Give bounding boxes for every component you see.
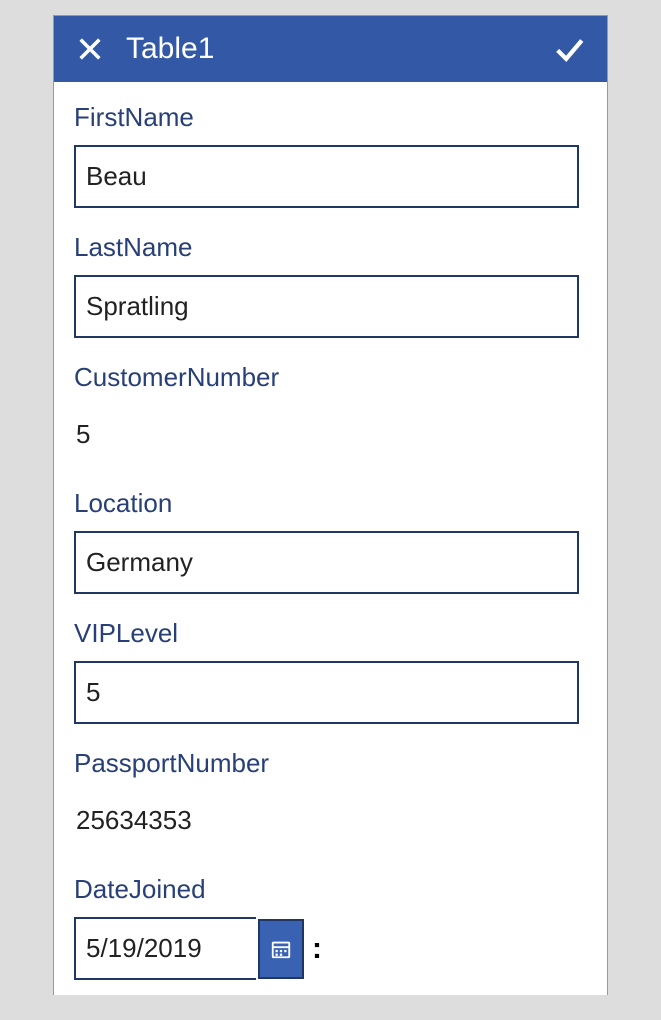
label-customernumber: CustomerNumber — [74, 362, 593, 393]
value-customernumber: 5 — [74, 405, 579, 464]
input-firstname[interactable] — [74, 145, 579, 208]
checkmark-icon — [552, 32, 586, 66]
label-viplevel: VIPLevel — [74, 618, 593, 649]
form-title: Table1 — [126, 32, 214, 66]
input-datejoined[interactable] — [74, 917, 256, 980]
form-panel: Table1 FirstName LastName CustomerNumber… — [53, 15, 608, 995]
header-left: Table1 — [72, 31, 214, 67]
label-datejoined: DateJoined — [74, 874, 593, 905]
label-passportnumber: PassportNumber — [74, 748, 593, 779]
calendar-icon — [270, 938, 292, 960]
label-lastname: LastName — [74, 232, 593, 263]
form-scroll[interactable]: FirstName LastName CustomerNumber 5 Loca… — [54, 82, 607, 996]
time-separator: : — [312, 932, 322, 966]
input-location[interactable] — [74, 531, 579, 594]
date-picker-button[interactable] — [258, 919, 304, 979]
label-firstname: FirstName — [74, 102, 593, 133]
form-header: Table1 — [54, 16, 607, 82]
close-button[interactable] — [72, 31, 108, 67]
submit-button[interactable] — [551, 31, 587, 67]
date-row: : — [74, 917, 593, 980]
value-passportnumber: 25634353 — [74, 791, 579, 850]
input-lastname[interactable] — [74, 275, 579, 338]
input-viplevel[interactable] — [74, 661, 579, 724]
label-location: Location — [74, 488, 593, 519]
close-icon — [76, 35, 104, 63]
